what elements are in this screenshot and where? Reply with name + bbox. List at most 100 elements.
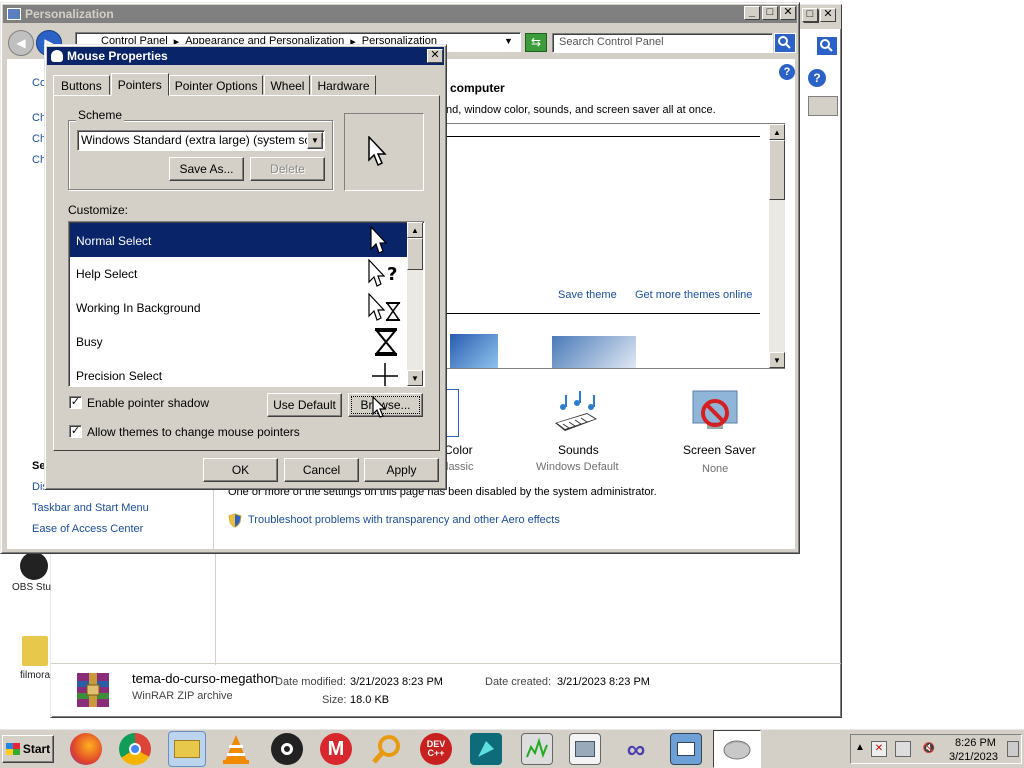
scheme-value: Windows Standard (extra large) (system s… (81, 133, 325, 147)
sounds-icon[interactable] (551, 389, 601, 437)
desktop-icon-filmora[interactable]: filmora (20, 636, 56, 686)
screen-saver-icon[interactable] (689, 387, 741, 437)
page-description: nd, window color, sounds, and screen sav… (446, 104, 716, 116)
theme-thumbnail[interactable] (552, 336, 636, 368)
list-item-normal-select[interactable]: Normal Select (70, 223, 407, 257)
allow-themes-checkbox[interactable]: ✓ (69, 425, 82, 438)
dialog-close-button[interactable]: ✕ (427, 49, 443, 63)
close-button[interactable]: ✕ (780, 6, 796, 20)
theme-list[interactable]: Save theme Get more themes online ▲ ▼ (441, 123, 785, 369)
winrar-file-icon (73, 671, 113, 709)
sidebar-app-icon[interactable] (569, 733, 601, 765)
theme-thumbnail[interactable] (450, 334, 498, 368)
tab-wheel[interactable]: Wheel (264, 75, 311, 95)
tab-buttons[interactable]: Buttons (53, 75, 110, 95)
volume-muted-icon[interactable]: 🔇 (921, 741, 937, 757)
dev-cpp-label: DEV C++ (426, 739, 446, 758)
ok-button[interactable]: OK (203, 458, 278, 482)
list-item-working-in-background[interactable]: Working In Background (70, 291, 407, 325)
back-help-icon[interactable]: ? (808, 69, 826, 87)
back-window-close-button-2[interactable]: ✕ (820, 8, 836, 22)
start-label: Start (22, 742, 51, 756)
back-nav-button[interactable]: ◀ (8, 30, 34, 56)
tab-strip: Buttons Pointers Pointer Options Wheel H… (53, 73, 376, 96)
dev-cpp-icon[interactable]: DEV C++ (420, 733, 452, 765)
show-desktop-icon[interactable] (1007, 741, 1019, 757)
search-input[interactable]: Search Control Panel (552, 33, 773, 53)
control-panel-icon (7, 8, 21, 20)
control-panel-taskbar-icon[interactable] (670, 733, 702, 765)
mouse-properties-taskbar-icon[interactable] (713, 730, 761, 768)
dialog-titlebar[interactable]: Mouse Properties (47, 47, 444, 65)
get-more-themes-link[interactable]: Get more themes online (635, 289, 752, 301)
theme-list-scrollbar[interactable]: ▲ ▼ (769, 124, 785, 368)
list-item-precision-select[interactable]: Precision Select (70, 359, 407, 386)
color-label[interactable]: Color (444, 443, 473, 457)
desktop-icon-obs[interactable]: OBS Stu (12, 552, 52, 596)
screen-saver-label[interactable]: Screen Saver (683, 443, 756, 457)
scheme-dropdown[interactable]: Windows Standard (extra large) (system s… (77, 130, 325, 151)
audio-app-icon[interactable] (521, 733, 553, 765)
maximize-button[interactable]: □ (762, 6, 778, 20)
apply-button[interactable]: Apply (364, 458, 439, 482)
ease-of-access-link[interactable]: Ease of Access Center (32, 523, 143, 535)
firefox-icon[interactable] (70, 733, 102, 765)
tray-expand-icon[interactable]: ▲ (855, 742, 865, 753)
personalization-titlebar[interactable]: Personalization (3, 5, 797, 23)
date-modified-label: Date modified: (275, 676, 346, 688)
minimize-button[interactable]: _ (744, 6, 760, 20)
address-dropdown-icon[interactable]: ▼ (504, 36, 513, 46)
network-icon[interactable] (895, 741, 911, 757)
filmora-icon[interactable] (470, 733, 502, 765)
cancel-button[interactable]: Cancel (284, 458, 359, 482)
infinity-app-icon[interactable]: ∞ (620, 733, 652, 765)
obs-taskbar-icon[interactable] (271, 733, 303, 765)
size-value: 18.0 KB (350, 694, 390, 706)
help-icon[interactable]: ? (779, 64, 795, 80)
cursor-list-scrollbar[interactable]: ▲ ▼ (407, 222, 423, 386)
refresh-button[interactable]: ⇆ (525, 33, 547, 52)
taskbar-start-menu-link[interactable]: Taskbar and Start Menu (32, 502, 149, 514)
clock-time[interactable]: 8:26 PM (955, 737, 996, 749)
save-theme-link[interactable]: Save theme (558, 289, 617, 301)
back-search-icon[interactable] (816, 36, 838, 56)
windows-logo-icon (5, 743, 20, 755)
save-as-button[interactable]: Save As... (169, 157, 244, 181)
file-explorer-icon[interactable] (168, 731, 206, 767)
back-window-restore-button[interactable]: □ (802, 8, 818, 22)
sounds-label[interactable]: Sounds (558, 443, 599, 457)
mega-icon[interactable]: M (320, 733, 352, 765)
scroll-thumb[interactable] (407, 238, 423, 270)
desktop-icon-label: filmora (20, 670, 51, 681)
shield-icon (228, 513, 242, 528)
scroll-down-arrow[interactable]: ▼ (407, 370, 423, 386)
troubleshoot-link[interactable]: Troubleshoot problems with transparency … (248, 514, 560, 526)
list-item-busy[interactable]: Busy (70, 325, 407, 359)
desktop-icon-label: OBS Stu (12, 582, 51, 593)
tab-hardware[interactable]: Hardware (311, 75, 376, 95)
search-placeholder: Search Control Panel (559, 36, 664, 48)
clock-date[interactable]: 3/21/2023 (949, 751, 998, 763)
scroll-up-arrow[interactable]: ▲ (407, 222, 423, 238)
use-default-button[interactable]: Use Default (267, 393, 342, 417)
scroll-thumb[interactable] (769, 140, 785, 200)
enable-shadow-checkbox[interactable]: ✓ (69, 396, 82, 409)
scroll-down-arrow[interactable]: ▼ (769, 352, 785, 368)
search-tool-icon[interactable] (371, 733, 403, 765)
sounds-sub: Windows Default (536, 461, 619, 473)
network-warning-icon[interactable]: ✕ (871, 741, 887, 757)
enable-shadow-label: Enable pointer shadow (87, 396, 210, 410)
crosshair-cursor-icon (372, 363, 398, 386)
tab-pointers[interactable]: Pointers (110, 73, 169, 96)
cursor-list[interactable]: Normal Select Help Select ? Working In B… (68, 221, 425, 387)
start-button[interactable]: Start (2, 735, 54, 763)
tab-pointer-options[interactable]: Pointer Options (168, 75, 264, 95)
search-icon[interactable] (774, 33, 796, 53)
list-item-label: Help Select (76, 267, 138, 281)
chrome-icon[interactable] (119, 733, 151, 765)
taskbar: Start M DEV C++ ∞ ▲ ✕ 🔇 8:26 PM 3/21/202… (0, 728, 1024, 768)
list-item-help-select[interactable]: Help Select ? (70, 257, 407, 291)
vlc-icon[interactable] (220, 733, 252, 765)
scroll-up-arrow[interactable]: ▲ (769, 124, 785, 140)
scheme-dropdown-arrow[interactable]: ▼ (307, 132, 323, 149)
